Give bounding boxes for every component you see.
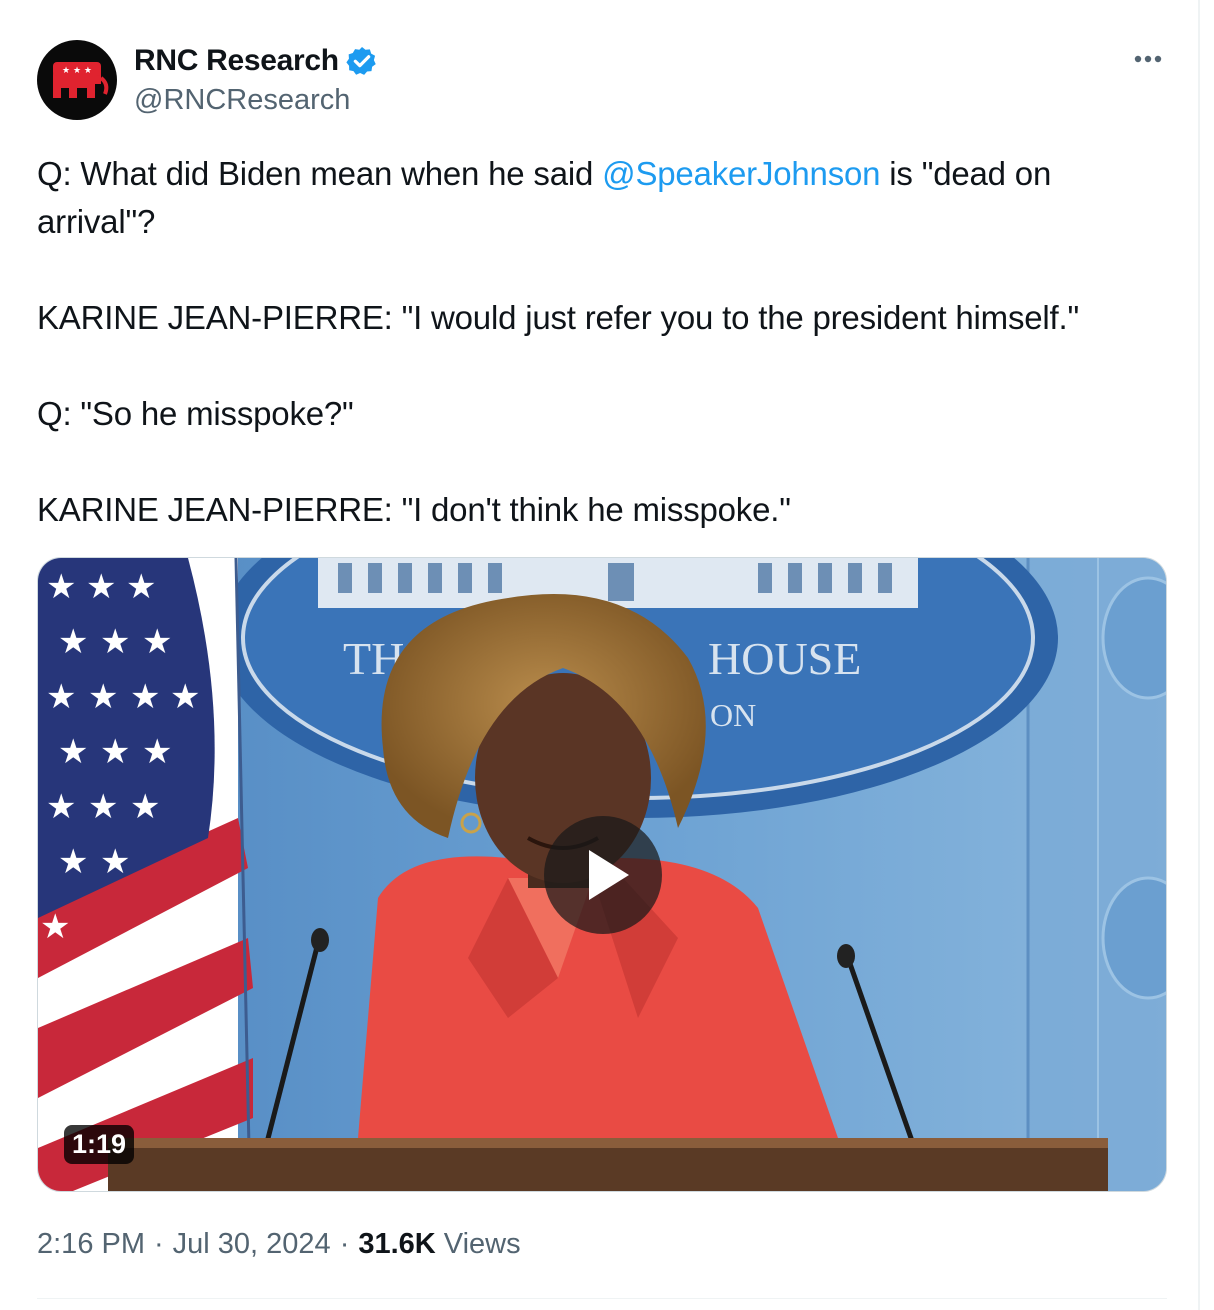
svg-text:★: ★ [86,567,116,607]
svg-text:★: ★ [100,732,130,772]
tweet-time[interactable]: 2:16 PM [37,1228,145,1261]
svg-text:★: ★ [142,732,172,772]
backdrop-text-house: HOUSE [708,633,861,684]
svg-text:★: ★ [170,677,200,717]
tweet-text: Q: What did Biden mean when he said @Spe… [37,150,1167,534]
author-name[interactable]: RNC Research [134,44,339,78]
gop-elephant-icon: ★ ★ ★ [53,62,109,98]
author-name-row[interactable]: RNC Research [134,42,378,80]
video-player[interactable]: TH HOUSE ON ★ ★ ★ ★ ★ ★ ★ ★ ★ ★ ★ ★ ★ ★ … [37,557,1167,1192]
svg-text:★: ★ [130,677,160,717]
tweet-line1-pre: Q: What did Biden mean when he said [37,155,603,192]
svg-text:★: ★ [100,622,130,662]
svg-text:★: ★ [46,677,76,717]
svg-text:★: ★ [46,787,76,827]
svg-text:★: ★ [58,622,88,662]
svg-text:★: ★ [58,732,88,772]
tweet-para-3: Q: "So he misspoke?" [37,395,354,432]
tweet-meta: 2:16 PM · Jul 30, 2024 · 31.6K Views [37,1228,521,1261]
divider [37,1298,1167,1299]
svg-text:★: ★ [126,567,156,607]
views-label: Views [443,1228,521,1260]
views-count[interactable]: 31.6K [358,1228,435,1261]
backdrop-text-on: ON [710,697,756,733]
svg-text:★: ★ [130,787,160,827]
more-options-icon[interactable] [1128,44,1168,74]
verified-badge-icon [346,47,376,75]
svg-text:★: ★ [40,907,70,947]
separator-dot: · [339,1228,350,1260]
svg-text:★: ★ [46,567,76,607]
author-handle[interactable]: @RNCResearch [134,84,350,117]
tweet-date[interactable]: Jul 30, 2024 [173,1228,331,1261]
svg-text:★: ★ [142,622,172,662]
svg-text:★: ★ [100,842,130,882]
avatar[interactable]: ★ ★ ★ [37,40,117,120]
svg-text:★: ★ [58,842,88,882]
svg-text:★ ★ ★: ★ ★ ★ [62,66,92,76]
video-duration: 1:19 [64,1125,135,1164]
mention-link[interactable]: @SpeakerJohnson [602,155,880,192]
tweet-card: ★ ★ ★ RNC Research @RNCResearch Q: What … [0,0,1200,1310]
svg-text:★: ★ [88,677,118,717]
separator-dot: · [154,1228,164,1260]
tweet-para-4: KARINE JEAN-PIERRE: "I don't think he mi… [37,491,791,528]
play-icon [589,850,629,900]
svg-text:★: ★ [88,787,118,827]
tweet-para-2: KARINE JEAN-PIERRE: "I would just refer … [37,299,1080,336]
play-button[interactable] [544,816,662,934]
